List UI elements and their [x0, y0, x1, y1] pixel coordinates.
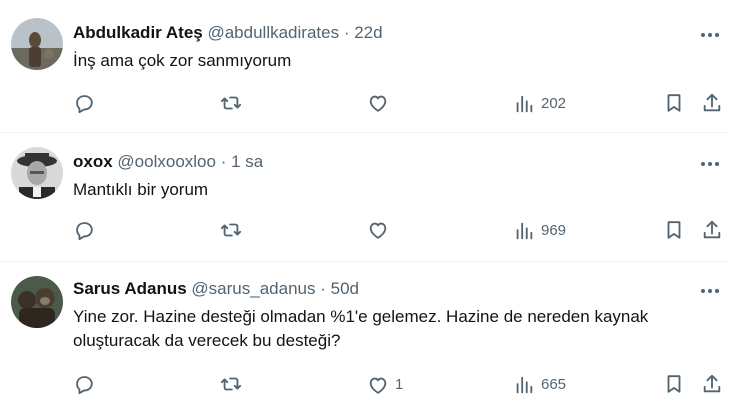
retweet-icon [220, 373, 242, 395]
more-icon[interactable] [698, 24, 722, 46]
tweet-text: İnş ama çok zor sanmıyorum [73, 51, 292, 70]
bookmark-button[interactable] [663, 373, 685, 395]
retweet-button[interactable] [220, 373, 242, 395]
reply-icon [73, 373, 95, 395]
heart-icon [367, 374, 389, 396]
timestamp[interactable]: 50d [331, 279, 359, 298]
heart-icon [367, 92, 389, 114]
more-icon[interactable] [698, 153, 722, 175]
share-icon [701, 373, 723, 395]
tweet-header: Abdulkadir Ateş @abdullkadirates · 22d [73, 22, 383, 44]
avatar[interactable] [11, 18, 63, 70]
retweet-button[interactable] [220, 219, 242, 241]
bookmark-button[interactable] [663, 92, 685, 114]
timestamp[interactable]: 1 sa [231, 152, 263, 171]
separator: · [220, 152, 227, 171]
bookmark-icon [663, 219, 685, 241]
reply-button[interactable] [73, 373, 95, 395]
reply-icon [73, 92, 95, 114]
share-icon [701, 92, 723, 114]
action-bar: 969 [0, 219, 730, 243]
avatar[interactable] [11, 276, 63, 328]
handle[interactable]: @sarus_adanus [191, 279, 315, 298]
tweet-text: Mantıklı bir yorum [73, 180, 209, 199]
view-count: 665 [541, 376, 567, 393]
avatar[interactable] [11, 147, 63, 199]
views-icon [513, 93, 535, 115]
avatar-image [11, 147, 63, 199]
avatar-image [11, 276, 63, 328]
separator: · [320, 279, 326, 298]
bookmark-icon [663, 373, 685, 395]
reply-button[interactable] [73, 92, 95, 114]
tweet-header: Sarus Adanus @sarus_adanus · 50d [73, 278, 359, 300]
tweet-feed: Abdulkadir Ateş @abdullkadirates · 22d İ… [0, 0, 730, 420]
share-button[interactable] [701, 92, 723, 114]
avatar-image [11, 18, 63, 70]
display-name[interactable]: Sarus Adanus [73, 279, 187, 298]
views-button[interactable]: 202 [513, 92, 566, 116]
like-button[interactable]: 1 [367, 373, 403, 397]
tweet-text: Yine zor. Hazine desteği olmadan %1'e ge… [73, 307, 649, 350]
like-button[interactable] [367, 219, 395, 241]
bookmark-button[interactable] [663, 219, 685, 241]
handle[interactable]: @oolxooxloo [117, 152, 216, 171]
views-button[interactable]: 665 [513, 373, 566, 397]
share-icon [701, 219, 723, 241]
share-button[interactable] [701, 219, 723, 241]
views-icon [513, 220, 535, 242]
reply-button[interactable] [73, 219, 95, 241]
tweet[interactable]: oxox @oolxooxloo · 1 sa Mantıklı bir yor… [0, 133, 730, 261]
view-count: 969 [541, 222, 567, 239]
tweet-header: oxox @oolxooxloo · 1 sa [73, 151, 263, 173]
like-count: 1 [395, 376, 404, 393]
like-button[interactable] [367, 92, 395, 114]
tweet[interactable]: Sarus Adanus @sarus_adanus · 50d Yine zo… [0, 262, 730, 420]
separator: · [343, 23, 350, 42]
retweet-button[interactable] [220, 92, 242, 114]
heart-icon [367, 219, 389, 241]
handle[interactable]: @abdullkadirates [207, 23, 339, 42]
action-bar: 202 [0, 92, 730, 116]
view-count: 202 [541, 95, 567, 112]
retweet-icon [220, 92, 242, 114]
share-button[interactable] [701, 373, 723, 395]
display-name[interactable]: oxox [73, 152, 113, 171]
views-button[interactable]: 969 [513, 219, 566, 243]
tweet[interactable]: Abdulkadir Ateş @abdullkadirates · 22d İ… [0, 0, 730, 132]
views-icon [513, 374, 535, 396]
timestamp[interactable]: 22d [354, 23, 382, 42]
display-name[interactable]: Abdulkadir Ateş [73, 23, 203, 42]
bookmark-icon [663, 92, 685, 114]
more-icon[interactable] [698, 280, 722, 302]
reply-icon [73, 219, 95, 241]
action-bar: 1 665 [0, 373, 730, 397]
retweet-icon [220, 219, 242, 241]
